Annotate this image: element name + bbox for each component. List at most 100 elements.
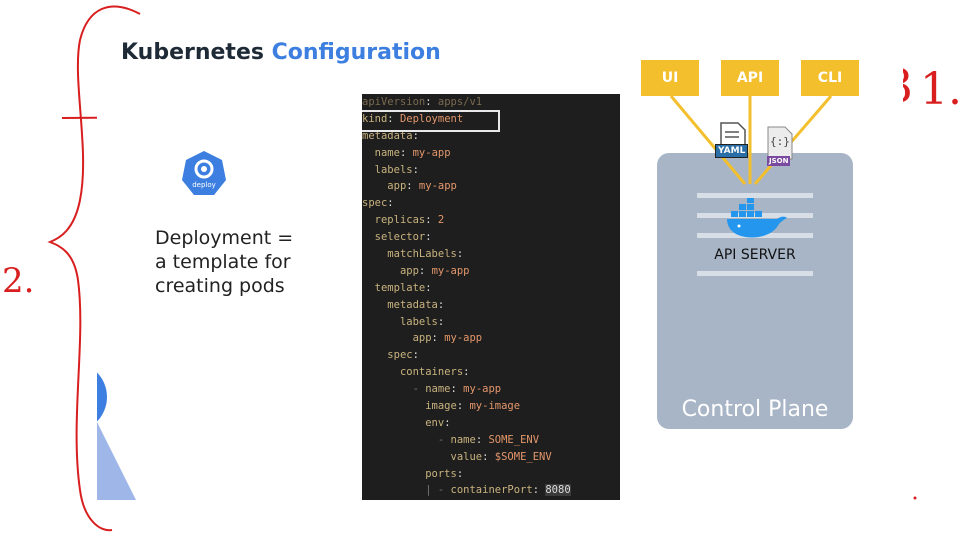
code-colon: : [456,467,464,480]
code-value: my-app [463,383,502,396]
code-line: image: my-image [362,398,620,415]
ui-source-box: UI [641,60,699,96]
code-key: name [450,433,476,446]
code-key: spec [387,349,413,362]
kind-highlight-box [362,110,500,132]
code-line: labels: [362,162,620,179]
code-line: name: my-app [362,145,620,162]
code-key: metadata [387,298,438,311]
code-colon: : [437,298,445,311]
code-value: my-app [431,264,470,277]
ui-label: UI [661,70,679,86]
code-value: apps/v1 [437,96,483,108]
code-key: replicas [374,214,426,227]
code-line: | - containerPort: 8080 [362,482,620,499]
title-accent: Configuration [271,40,441,65]
code-key: image [425,400,457,413]
annotation-one: 1. [920,64,962,115]
yaml-tag: YAML [715,144,749,158]
server-stripe [697,271,813,276]
code-value: my-app [444,332,483,345]
code-value: my-image [469,400,521,413]
code-key: apiVersion [362,96,426,108]
deployment-description: Deployment = a template for creating pod… [155,227,294,297]
code-line: containers: [362,364,620,381]
code-key: app [412,332,432,345]
api-server-label: API SERVER [714,247,796,263]
title-part1: Kubernetes [121,40,272,65]
code-key: selector [374,231,426,244]
code-value: 2 [437,214,445,227]
slide: Kubernetes Configuration deploy Deployme… [97,22,903,500]
code-key: name [425,383,451,396]
code-value: my-app [418,180,457,193]
code-line: app: my-app [362,178,620,195]
code-colon: : [463,366,470,379]
code-line: selector: [362,229,620,246]
code-line: spec: [362,347,620,364]
code-colon: : [387,197,394,210]
docker-whale-icon [727,198,787,238]
code-value: SOME_ENV [488,433,540,446]
code-key: labels [374,163,413,176]
code-key: app [399,264,419,277]
ink-dot [913,496,917,500]
json-symbol: {:} [770,135,790,148]
code-line: app: my-app [362,330,620,347]
code-key: spec [362,197,388,210]
code-key: app [387,180,407,193]
code-line: - name: my-app [362,381,620,398]
code-lines: apiVersion: apps/v1 kind: Deployment metad… [362,94,620,499]
control-plane-label: Control Plane [681,397,829,422]
code-line: replicas: 2 [362,212,620,229]
code-line: template: [362,280,620,297]
code-colon: : [444,416,451,429]
code-colon: : [425,281,432,294]
code-key: containerPort [450,484,533,497]
code-value: my-app [412,146,451,159]
slide-title: Kubernetes Configuration [121,40,441,65]
code-key: ports [425,467,457,480]
code-key: matchLabels [387,248,457,261]
decor-triangle [97,422,137,500]
code-indent: - [362,383,426,396]
deploy-icon-label: deploy [192,181,216,189]
api-label: API [736,70,764,86]
code-line: value: $SOME_ENV [362,449,620,466]
connector-lines [669,95,833,185]
cli-label: CLI [817,70,843,86]
code-line: matchLabels: [362,246,620,263]
code-line: metadata: [362,297,620,314]
code-indent: - [362,433,451,446]
code-key: name [374,146,400,159]
cli-source-box: CLI [801,60,859,96]
code-key: env [425,416,445,429]
code-colon: : [412,349,419,362]
yaml-code-panel: apiVersion: apps/v1 kind: Deployment metad… [362,94,620,500]
json-tag: JSON [767,156,791,166]
code-value: 8080 [545,484,571,497]
yaml-file-icon: YAML [715,122,749,158]
code-key: labels [399,315,438,328]
code-line: spec: [362,195,620,212]
code-indent: | - [362,484,451,497]
code-key: value [450,450,483,463]
json-file-icon: {:} JSON [765,126,795,166]
code-line: app: my-app [362,263,620,280]
code-line: apiVersion: apps/v1 [362,94,620,111]
code-colon: : [412,163,419,176]
